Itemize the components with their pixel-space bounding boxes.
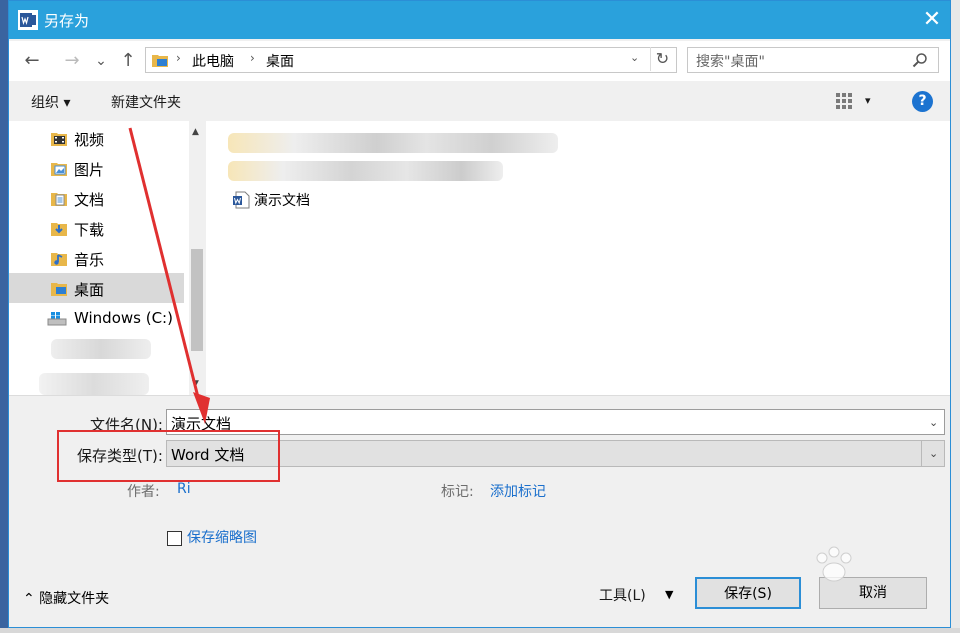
address-row: ← → ⌄ ↑ › 此电脑 › 桌面 ⌄ ↻ 搜索"桌面" [9, 41, 950, 81]
filetype-select[interactable]: Word 文档 ⌄ [166, 440, 945, 467]
address-dropdown-icon[interactable]: ⌄ [630, 51, 639, 64]
filename-input[interactable]: 演示文档 ⌄ [166, 409, 945, 435]
video-folder-icon [51, 133, 67, 146]
command-bar: 组织 ▾ 新建文件夹 ▾ ? [9, 81, 950, 121]
annotation-highlight-box [57, 430, 280, 482]
add-tags-link[interactable]: 添加标记 [490, 481, 546, 501]
window-title: 另存为 [44, 12, 90, 30]
search-placeholder: 搜索"桌面" [696, 54, 765, 70]
nav-item-label: 下载 [74, 221, 105, 239]
filename-dropdown-icon[interactable]: ⌄ [929, 416, 938, 429]
nav-item-documents[interactable]: 文档 [9, 183, 184, 213]
refresh-button[interactable]: ↻ [650, 47, 674, 71]
filetype-dropdown-divider [921, 441, 922, 466]
organize-button[interactable]: 组织 ▾ [31, 92, 70, 112]
file-name-label[interactable]: 演示文档 [254, 190, 310, 210]
title-bar: 另存为 ✕ [9, 1, 950, 39]
nav-item-downloads[interactable]: 下载 [9, 213, 184, 243]
blurred-nav-item [39, 373, 149, 395]
search-icon [912, 53, 927, 68]
nav-item-windows-drive[interactable]: Windows (C:) [9, 303, 184, 333]
pane-divider [9, 395, 950, 396]
breadcrumb-desktop[interactable]: 桌面 [266, 51, 294, 71]
help-button[interactable]: ? [912, 91, 933, 112]
downloads-folder-icon [51, 223, 67, 236]
breadcrumb-separator: › [250, 51, 255, 65]
nav-item-pictures[interactable]: 图片 [9, 153, 184, 183]
desktop-folder-icon [51, 283, 67, 296]
back-button[interactable]: ← [21, 49, 43, 73]
drive-icon [47, 312, 67, 326]
view-dropdown-icon[interactable]: ▾ [865, 94, 871, 107]
blurred-file-item [228, 133, 558, 153]
new-folder-button[interactable]: 新建文件夹 [111, 92, 181, 112]
up-button[interactable]: ↑ [117, 49, 139, 73]
nav-item-label: 图片 [74, 161, 105, 179]
navigation-scrollbar[interactable]: ▲ ▼ [189, 121, 205, 395]
word-app-icon [18, 10, 38, 30]
nav-item-desktop[interactable]: 桌面 [9, 273, 184, 303]
save-as-dialog: 另存为 ✕ ← → ⌄ ↑ › 此电脑 › 桌面 ⌄ ↻ 搜索"桌面" 组织 ▾… [8, 0, 951, 628]
word-document-icon[interactable] [232, 191, 250, 209]
save-thumbnail-label[interactable]: 保存缩略图 [187, 527, 257, 547]
nav-item-label: Windows (C:) [74, 309, 173, 327]
address-bar[interactable]: › 此电脑 › 桌面 ⌄ ↻ [145, 47, 677, 73]
nav-item-label: 文档 [74, 191, 105, 209]
nav-item-label: 音乐 [74, 251, 105, 269]
filetype-dropdown-icon[interactable]: ⌄ [929, 447, 938, 460]
blurred-nav-item [51, 339, 151, 359]
scrollbar-thumb[interactable] [191, 249, 203, 351]
breadcrumb-this-pc[interactable]: 此电脑 [192, 51, 234, 71]
tools-button[interactable]: 工具(L) [599, 585, 646, 605]
nav-item-videos[interactable]: 视频 [9, 123, 184, 153]
author-label: 作者: [127, 484, 160, 500]
background-bottom [0, 628, 960, 633]
author-value[interactable]: Ri [177, 481, 191, 497]
nav-item-label: 桌面 [74, 281, 105, 299]
baidu-watermark [816, 546, 852, 582]
search-input[interactable]: 搜索"桌面" [687, 47, 939, 73]
view-options-icon[interactable] [835, 92, 853, 110]
music-folder-icon [51, 253, 67, 266]
scroll-up-icon[interactable]: ▲ [192, 127, 199, 137]
forward-button[interactable]: → [61, 49, 83, 73]
blurred-file-item [228, 161, 503, 181]
breadcrumb-separator: › [176, 51, 181, 65]
file-list: 演示文档 [206, 121, 950, 395]
recent-locations-button[interactable]: ⌄ [93, 49, 109, 73]
documents-folder-icon [51, 193, 67, 206]
save-thumbnail-checkbox[interactable] [167, 531, 182, 546]
close-button[interactable]: ✕ [917, 5, 947, 35]
pictures-folder-icon [51, 163, 67, 176]
background-right [950, 0, 960, 633]
nav-item-music[interactable]: 音乐 [9, 243, 184, 273]
desktop-folder-icon [152, 55, 168, 67]
navigation-pane: 视频 图片 文档 下载 音乐 桌面 Windows (C:) [9, 121, 189, 395]
tools-dropdown-icon[interactable]: ▼ [665, 588, 673, 601]
nav-item-label: 视频 [74, 131, 105, 149]
tags-label: 标记: [441, 484, 474, 500]
hide-folders-button[interactable]: ⌃ 隐藏文件夹 [23, 588, 109, 608]
scroll-down-icon[interactable]: ▼ [192, 379, 199, 389]
